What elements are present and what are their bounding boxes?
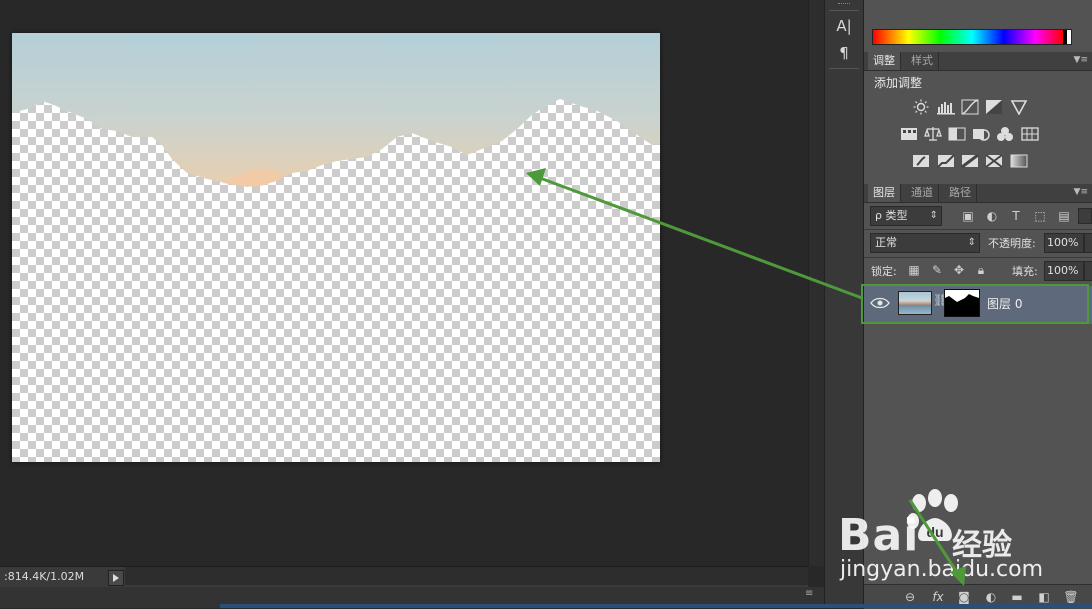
new-layer-icon[interactable]: ◧	[1036, 589, 1052, 605]
add-adjustment-title: 添加调整	[874, 76, 923, 90]
opacity-dropdown[interactable]	[1084, 233, 1092, 253]
trash-icon[interactable]: 🗑︎	[1063, 589, 1079, 605]
lock-transparent-icon[interactable]: ▦	[906, 262, 922, 278]
filter-type-icon[interactable]: T	[1008, 208, 1024, 224]
channel-mixer-icon[interactable]	[996, 126, 1014, 142]
photo-filter-icon[interactable]	[972, 126, 990, 142]
opacity-label: 不透明度:	[988, 237, 1036, 250]
fx-icon[interactable]: fx	[930, 589, 946, 605]
color-lookup-icon[interactable]	[1021, 126, 1039, 142]
layer-filter-select[interactable]: ρ 类型	[870, 206, 942, 226]
filter-smart-object-icon[interactable]: ▤	[1056, 208, 1072, 224]
lock-position-icon[interactable]: ✥	[951, 262, 967, 278]
brightness-icon[interactable]	[912, 99, 930, 115]
posterize-icon[interactable]	[937, 153, 955, 169]
tab-channels[interactable]: 通道	[906, 184, 939, 202]
curves-icon[interactable]	[961, 99, 979, 115]
svg-text:du: du	[926, 524, 943, 540]
tab-paths[interactable]: 路径	[944, 184, 977, 202]
filter-adjustment-icon[interactable]: ◐	[984, 208, 1000, 224]
adjustments-tabs: 调整 样式 ▼≡	[864, 52, 1092, 71]
divider	[864, 257, 1092, 258]
invert-icon[interactable]	[912, 153, 930, 169]
document-size-text: :814.4K/1.02M	[4, 570, 85, 583]
adjustment-layer-icon[interactable]: ◐	[983, 589, 999, 605]
image-content	[12, 33, 660, 187]
selective-color-icon[interactable]	[985, 153, 1003, 169]
document-canvas[interactable]	[12, 33, 660, 462]
layers-tabs: 图层 通道 路径 ▼≡	[864, 184, 1092, 203]
blend-mode-select[interactable]: 正常	[870, 233, 980, 253]
character-panel-icon[interactable]: A|	[831, 14, 857, 38]
color-balance-icon[interactable]	[924, 126, 942, 142]
lock-image-icon[interactable]: ✎	[929, 262, 945, 278]
exposure-icon[interactable]	[985, 99, 1003, 115]
color-spectrum-bar[interactable]	[872, 29, 1072, 45]
paragraph-panel-icon[interactable]: ¶	[831, 41, 857, 65]
annotation-highlight-box	[861, 284, 1089, 324]
filter-shape-icon[interactable]: ⬚	[1032, 208, 1048, 224]
gradient-map-icon[interactable]	[1010, 153, 1028, 169]
divider	[829, 10, 859, 11]
panel-menu-icon[interactable]: ▼≡	[1074, 187, 1088, 197]
vertical-scrollbar[interactable]	[808, 0, 825, 566]
watermark-url: jingyan.baidu.com	[840, 557, 1044, 582]
folder-icon[interactable]: ▬	[1009, 589, 1025, 605]
panel-collapse-icon[interactable]: ≡	[805, 588, 819, 600]
link-icon[interactable]: ⊖	[902, 589, 918, 605]
panel-menu-icon[interactable]: ▼≡	[1074, 55, 1088, 65]
status-menu-button[interactable]	[108, 570, 124, 586]
filter-toggle[interactable]	[1078, 208, 1092, 224]
fill-label: 填充:	[1012, 265, 1038, 278]
tab-styles[interactable]: 样式	[906, 52, 939, 70]
bw-icon[interactable]	[948, 126, 966, 142]
levels-icon[interactable]	[937, 99, 955, 115]
taskbar-edge	[220, 604, 1092, 608]
filter-pixel-icon[interactable]: ▣	[960, 208, 976, 224]
opacity-input[interactable]: 100%	[1044, 233, 1084, 253]
lock-label: 锁定:	[871, 265, 897, 278]
vibrance-icon[interactable]	[1010, 99, 1028, 116]
tab-adjustments[interactable]: 调整	[868, 52, 901, 70]
mask-icon[interactable]: ◙	[956, 589, 972, 605]
hue-icon[interactable]	[900, 126, 918, 142]
horizontal-scrollbar[interactable]	[125, 567, 808, 585]
divider	[829, 68, 859, 69]
divider	[864, 229, 1092, 230]
fill-dropdown[interactable]	[1084, 261, 1092, 281]
threshold-icon[interactable]	[961, 153, 979, 169]
fill-input[interactable]: 100%	[1044, 261, 1084, 281]
lock-all-icon[interactable]: 🔒︎	[973, 262, 989, 278]
tab-layers[interactable]: 图层	[868, 184, 901, 202]
